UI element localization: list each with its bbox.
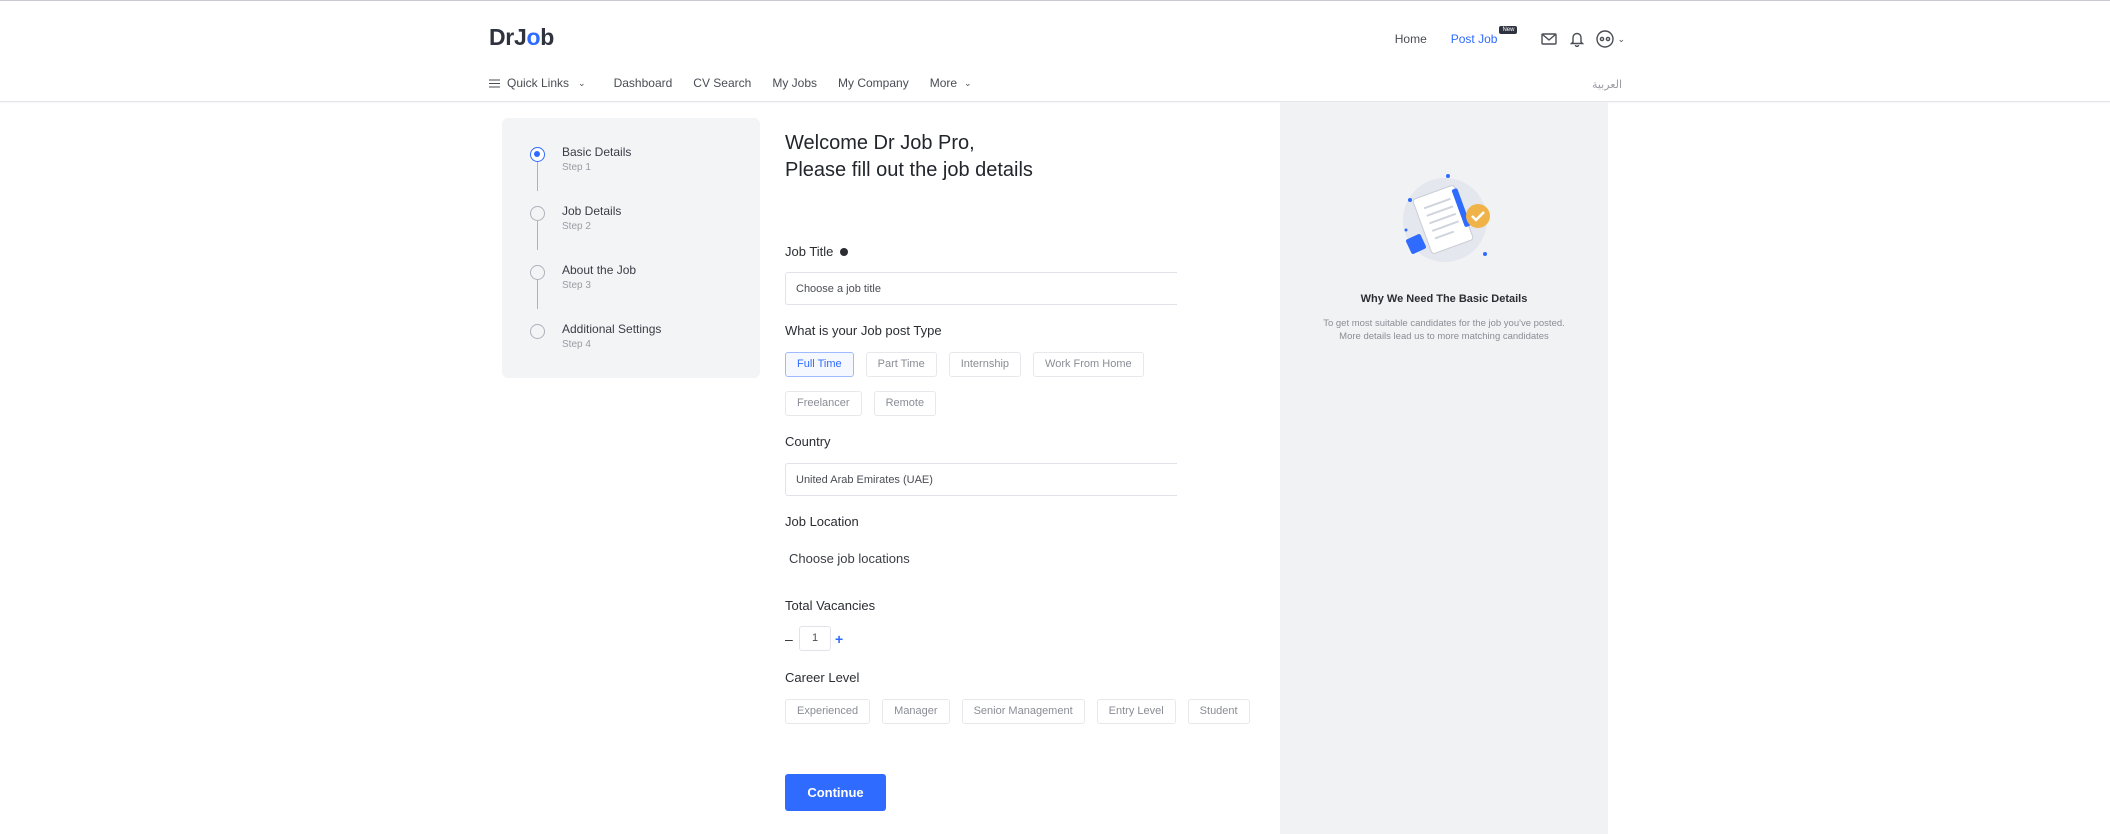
post-type-work-from-home[interactable]: Work From Home — [1033, 352, 1144, 377]
bell-icon[interactable] — [1567, 29, 1587, 49]
site-header: DrJob Home Post Job New ⌄ Quick Links ⌄ … — [0, 4, 2110, 102]
step-indicator-active — [530, 147, 545, 162]
step-label: Basic Details — [562, 145, 632, 159]
step-number: Step 1 — [562, 162, 591, 173]
quick-links-menu[interactable]: Quick Links ⌄ — [489, 76, 586, 90]
quick-links-label: Quick Links — [507, 76, 570, 90]
post-type-remote[interactable]: Remote — [873, 391, 937, 416]
job-location-label: Job Location — [785, 514, 859, 529]
career-student[interactable]: Student — [1187, 699, 1250, 724]
new-badge: New — [1499, 26, 1518, 34]
more-label: More — [929, 76, 958, 90]
decrement-button[interactable]: – — [785, 631, 797, 647]
checklist-illustration — [1390, 172, 1500, 272]
steps-panel: Basic Details Step 1 Job Details Step 2 … — [502, 118, 760, 378]
chevron-down-icon: ⌄ — [964, 77, 972, 88]
chevron-down-icon: ⌄ — [578, 77, 586, 88]
job-title-input[interactable]: Choose a job title — [785, 272, 1177, 305]
info-desc-line: To get most suitable candidates for the … — [1323, 318, 1565, 329]
post-type-options-row1: Full Time Part Time Internship Work From… — [785, 352, 1144, 377]
step-indicator — [530, 265, 545, 280]
step-indicator — [530, 324, 545, 339]
country-select[interactable]: United Arab Emirates (UAE) — [785, 463, 1177, 496]
info-panel: Why We Need The Basic Details To get mos… — [1280, 102, 1608, 834]
post-job-link[interactable]: Post Job New — [1450, 26, 1518, 46]
job-title-label: Job Title — [785, 244, 849, 259]
info-panel-description: To get most suitable candidates for the … — [1300, 317, 1588, 343]
career-senior-management[interactable]: Senior Management — [961, 699, 1085, 724]
home-link[interactable]: Home — [1395, 32, 1427, 46]
welcome-line: Welcome Dr Job Pro, — [785, 132, 975, 154]
post-type-options-row2: Freelancer Remote — [785, 391, 937, 416]
top-nav: Home Post Job New ⌄ — [1395, 26, 1625, 50]
career-experienced[interactable]: Experienced — [785, 699, 871, 724]
vacancies-input[interactable]: 1 — [799, 626, 831, 651]
career-manager[interactable]: Manager — [882, 699, 950, 724]
career-entry-level[interactable]: Entry Level — [1096, 699, 1176, 724]
menu-icon — [489, 79, 500, 87]
page-title: Welcome Dr Job Pro, Please fill out the … — [785, 130, 1245, 184]
step-number: Step 3 — [562, 280, 591, 291]
nav-my-company[interactable]: My Company — [838, 76, 909, 90]
post-type-freelancer[interactable]: Freelancer — [785, 391, 862, 416]
sub-nav: Quick Links ⌄ Dashboard CV Search My Job… — [489, 76, 972, 90]
nav-more[interactable]: More ⌄ — [930, 76, 972, 90]
nav-dashboard[interactable]: Dashboard — [614, 76, 673, 90]
step-number: Step 2 — [562, 221, 591, 232]
country-label: Country — [785, 434, 831, 449]
step-number: Step 4 — [562, 339, 591, 350]
step-indicator — [530, 206, 545, 221]
profile-chevron-down-icon[interactable]: ⌄ — [1617, 34, 1625, 45]
career-level-options: Experienced Manager Senior Management En… — [785, 699, 1250, 724]
info-desc-line: More details lead us to more matching ca… — [1339, 331, 1549, 342]
nav-my-jobs[interactable]: My Jobs — [772, 76, 817, 90]
job-details-form: Welcome Dr Job Pro, Please fill out the … — [785, 130, 1250, 811]
step-label: Job Details — [562, 204, 622, 218]
step-label: Additional Settings — [562, 322, 662, 336]
continue-button[interactable]: Continue — [785, 774, 886, 811]
total-vacancies-label: Total Vacancies — [785, 598, 876, 613]
post-type-internship[interactable]: Internship — [948, 352, 1022, 377]
info-icon[interactable] — [840, 247, 849, 256]
post-type-full-time[interactable]: Full Time — [785, 352, 854, 377]
post-job-label: Post Job — [1450, 32, 1498, 46]
drjob-logo[interactable]: DrJob — [489, 24, 554, 51]
career-level-label: Career Level — [785, 670, 860, 685]
mail-icon[interactable] — [1539, 29, 1559, 49]
step-label: About the Job — [562, 263, 637, 277]
instruction-line: Please fill out the job details — [785, 159, 1033, 181]
vacancies-stepper: – 1 + — [785, 626, 843, 651]
post-type-part-time[interactable]: Part Time — [865, 352, 937, 377]
nav-cv-search[interactable]: CV Search — [693, 76, 751, 90]
job-location-input[interactable]: Choose job locations — [789, 551, 910, 566]
language-switch[interactable]: العربية — [1592, 78, 1622, 91]
post-type-label: What is your Job post Type — [785, 323, 942, 338]
increment-button[interactable]: + — [835, 631, 843, 647]
info-panel-title: Why We Need The Basic Details — [1360, 293, 1528, 305]
profile-icon[interactable] — [1595, 29, 1615, 49]
